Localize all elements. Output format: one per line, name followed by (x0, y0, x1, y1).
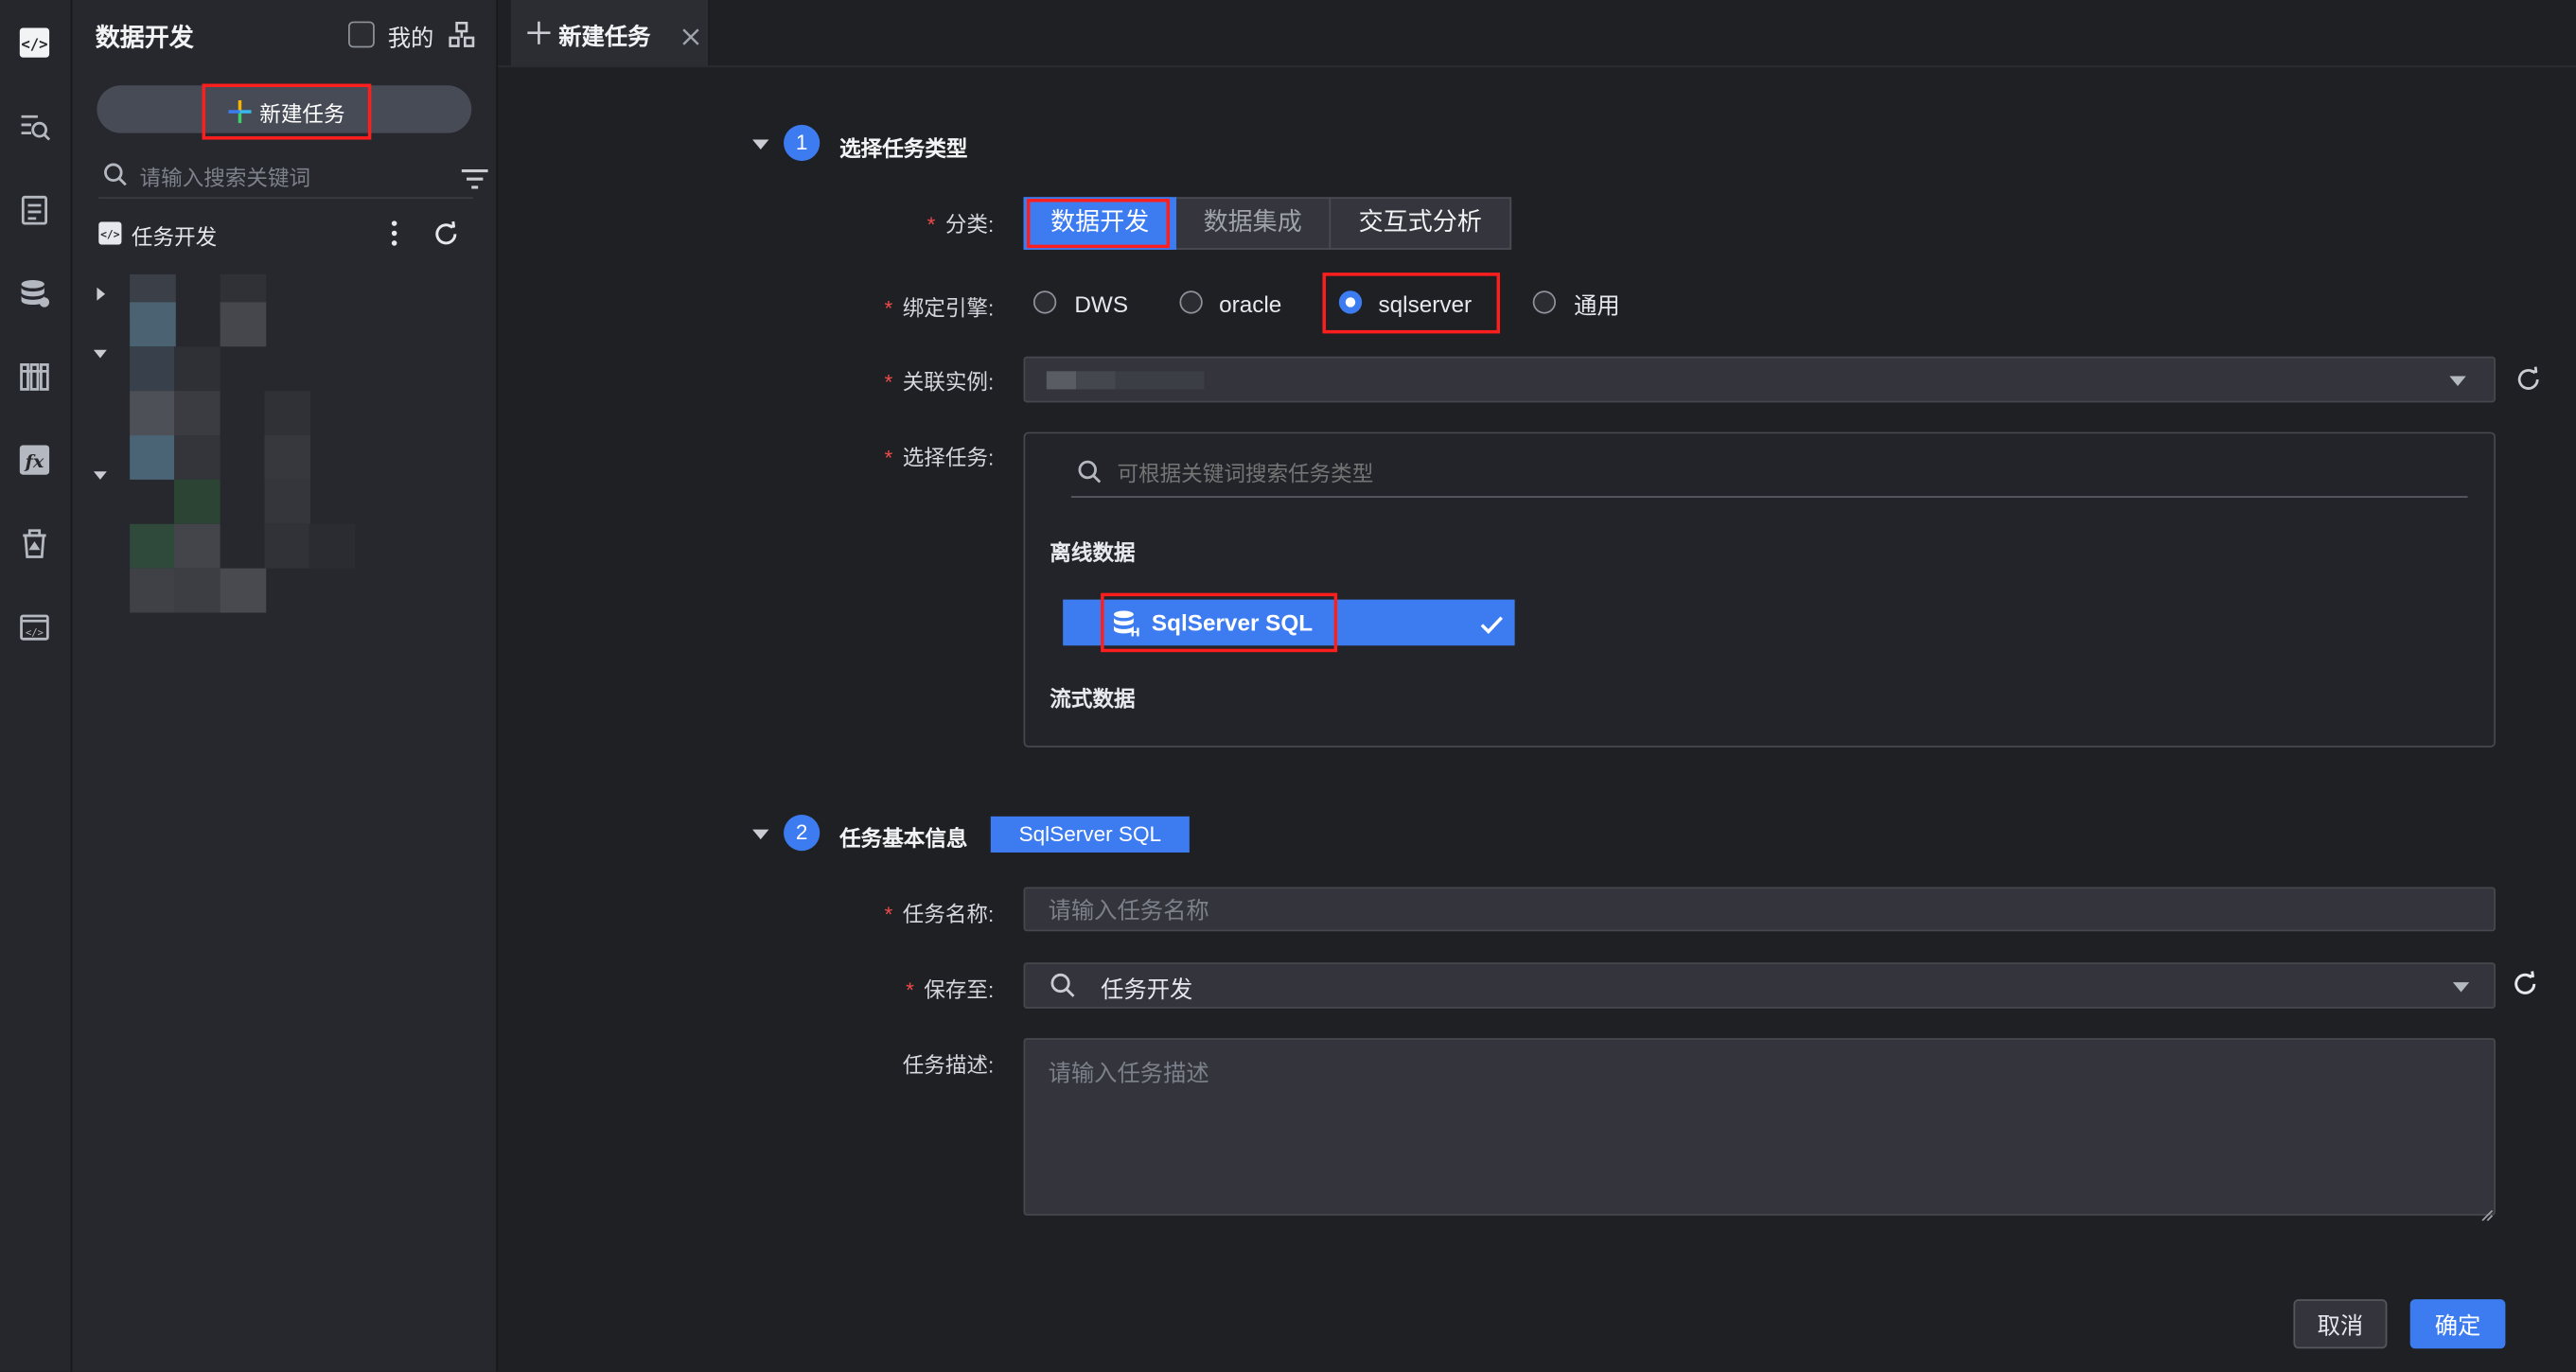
description-label: 任务描述: (902, 1052, 995, 1078)
recycle-bin-icon[interactable] (16, 526, 52, 562)
query-icon[interactable] (16, 109, 52, 145)
category-option-interactive-analysis[interactable]: 交互式分析 (1329, 197, 1512, 250)
section1-title: 选择任务类型 (839, 136, 968, 162)
sqlserver-db-icon: H (1112, 609, 1141, 640)
colorful-plus-icon (228, 99, 252, 124)
cancel-button[interactable]: 取消 (2293, 1299, 2388, 1349)
category-label: * 分类: (926, 211, 995, 237)
data-dev-icon[interactable]: </> (16, 25, 52, 61)
section2-collapse-caret[interactable] (752, 829, 769, 840)
svg-text:</>: </> (100, 229, 120, 241)
svg-text:fx: fx (24, 450, 44, 472)
app-window: </> fx </> 数据开发 我的 新建任务 请输入搜索关键词 </> 任务开… (0, 0, 2576, 1372)
redacted-instance-value (1046, 371, 1205, 390)
redacted-tree-items (130, 273, 376, 636)
database-icon[interactable] (16, 276, 52, 312)
description-textarea[interactable] (1048, 1056, 2461, 1202)
section2-title: 任务基本信息 (839, 826, 968, 852)
check-icon (1480, 613, 1503, 634)
panel-search[interactable] (98, 158, 488, 200)
more-icon[interactable] (384, 219, 404, 248)
engine-radio-general[interactable] (1532, 290, 1556, 314)
engine-radio-oracle[interactable] (1179, 290, 1203, 314)
engine-radio-sqlserver[interactable] (1338, 290, 1363, 314)
engine-sqlserver-label: sqlserver (1378, 290, 1473, 318)
confirm-button[interactable]: 确定 (2409, 1299, 2506, 1349)
instance-label: * 关联实例: (884, 369, 995, 395)
engine-radio-dws[interactable] (1032, 290, 1057, 314)
close-icon[interactable] (681, 25, 699, 45)
tab-new-task[interactable]: 新建任务 (510, 0, 710, 66)
chevron-down-icon (2449, 376, 2466, 386)
tree-collapse-caret[interactable] (93, 471, 107, 480)
engine-oracle-label: oracle (1219, 290, 1282, 318)
description-field[interactable] (1023, 1038, 2496, 1222)
new-task-label: 新建任务 (259, 100, 345, 126)
svg-text:</>: </> (21, 36, 47, 53)
left-panel: 数据开发 我的 新建任务 </> 任务开发 (72, 0, 499, 1372)
task-name-label: * 任务名称: (884, 902, 995, 927)
svg-text:</>: </> (26, 627, 44, 639)
engine-label: * 绑定引擎: (884, 295, 995, 321)
tab-label: 新建任务 (558, 23, 651, 50)
plus-icon (527, 21, 551, 44)
save-to-label: * 保存至: (906, 976, 995, 1002)
tab-bar: 新建任务 (498, 0, 2576, 68)
panel-title: 数据开发 (95, 25, 194, 53)
group-offline-label: 离线数据 (1050, 540, 1136, 566)
resize-handle-icon[interactable] (2480, 1201, 2494, 1222)
section1-collapse-caret[interactable] (752, 139, 769, 150)
save-to-refresh-icon[interactable] (2512, 971, 2538, 997)
step-number-1: 1 (784, 124, 820, 162)
search-icon (103, 163, 128, 187)
task-option-sqlserver-sql[interactable]: H SqlServer SQL (1063, 592, 1515, 653)
selected-highlight (1026, 199, 1171, 249)
chevron-down-icon (2452, 982, 2470, 993)
task-name-input[interactable] (1048, 895, 2461, 925)
task-dev-icon: </> (98, 221, 122, 245)
mine-label: 我的 (387, 25, 434, 51)
category-option-data-dev[interactable]: 数据开发 (1023, 197, 1176, 250)
save-to-select[interactable]: 任务开发 (1023, 962, 2496, 1009)
tree-root-label: 任务开发 (131, 224, 218, 250)
new-task-button[interactable]: 新建任务 (202, 83, 372, 140)
tree-expand-caret[interactable] (97, 287, 106, 301)
task-type-search[interactable] (1070, 450, 2468, 499)
search-icon (1078, 460, 1103, 484)
icon-rail: </> fx </> (0, 0, 73, 1372)
task-type-search-input[interactable] (1117, 456, 2104, 490)
search-icon (1050, 973, 1076, 999)
task-list-icon[interactable] (16, 192, 52, 228)
task-name-field[interactable] (1023, 887, 2496, 932)
instance-select[interactable] (1023, 356, 2496, 403)
task-select-label: * 选择任务: (884, 445, 995, 470)
save-to-value: 任务开发 (1101, 976, 1193, 1002)
tree-collapse-caret[interactable] (93, 349, 107, 359)
engine-general-label: 通用 (1574, 292, 1620, 319)
code-template-icon[interactable]: </> (16, 609, 52, 645)
tree-root[interactable]: </> 任务开发 (96, 219, 477, 252)
filter-icon[interactable] (460, 167, 489, 190)
group-stream-label: 流式数据 (1050, 686, 1136, 712)
task-option-label: SqlServer SQL (1151, 609, 1314, 636)
search-input[interactable] (139, 161, 419, 194)
refresh-icon[interactable] (432, 220, 461, 249)
mine-checkbox[interactable] (348, 21, 375, 48)
svg-text:H: H (1130, 626, 1139, 638)
step-number-2: 2 (784, 815, 820, 852)
function-icon[interactable]: fx (16, 442, 52, 478)
engine-dws-label: DWS (1074, 290, 1129, 318)
task-type-picker: 离线数据 H SqlServer SQL 流式数据 (1023, 431, 2496, 748)
category-option-data-integration[interactable]: 数据集成 (1174, 197, 1332, 250)
task-type-tag: SqlServer SQL (990, 816, 1190, 853)
instance-refresh-icon[interactable] (2515, 366, 2542, 393)
layout-icon[interactable] (449, 22, 475, 48)
resource-library-icon[interactable] (16, 358, 52, 394)
